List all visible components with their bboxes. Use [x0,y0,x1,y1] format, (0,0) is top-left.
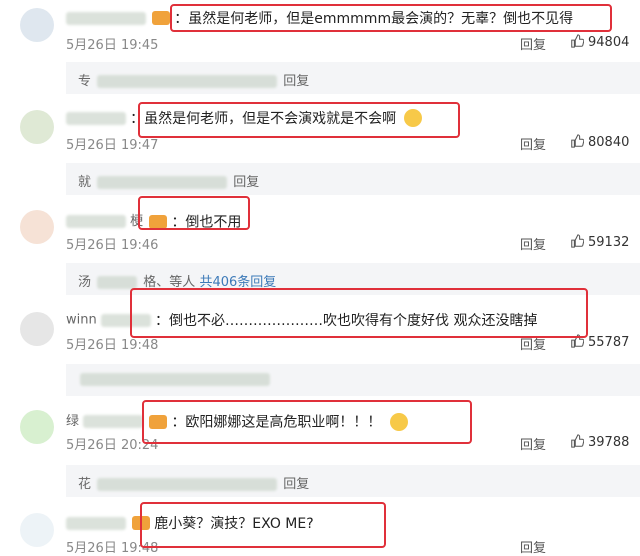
thumbs-up-icon [571,434,584,448]
highlight-box [130,288,588,338]
thumbs-up-icon [571,234,584,248]
avatar[interactable] [20,210,54,244]
like-button[interactable]: 59132 [570,234,629,250]
like-count: 39788 [588,435,630,450]
reply-button[interactable]: 回复 [520,234,546,253]
blurred-username [66,111,126,125]
avatar[interactable] [20,312,54,346]
highlight-box [140,502,386,548]
subreply-row[interactable]: 专 回复 [66,62,640,94]
reply-button[interactable]: 回复 [520,134,546,153]
avatar[interactable] [20,513,54,547]
reply-button[interactable]: 回复 [520,537,546,556]
subreply-text [78,372,272,387]
avatar[interactable] [20,410,54,444]
comment-feed: ：虽然是何老师，但是emmmmm最会演的？无辜？倒也不见得 5月26日 19:4… [0,0,640,556]
blurred-username [83,415,144,428]
comment-item: 梗 ：倒也不用 5月26日 19:46 回复 59132 [0,200,640,270]
like-count: 55787 [588,335,630,350]
blurred-username [66,215,126,228]
subreply-text: 就 回复 [78,175,260,190]
subreply-row[interactable]: 就 回复 [66,163,640,195]
like-button[interactable]: 39788 [570,434,629,450]
like-count: 94804 [588,35,630,50]
avatar[interactable] [20,8,54,42]
reply-button[interactable]: 回复 [520,434,546,453]
highlight-box [142,400,472,444]
subreply-text: 花 回复 [78,477,310,492]
like-count: 59132 [588,235,630,250]
comment-date: 5月26日 19:45 [66,38,159,53]
reply-button[interactable]: 回复 [520,34,546,53]
crown-badge-icon [152,11,171,25]
subreply-text: 专 回复 [78,74,310,89]
like-button[interactable]: 80840 [570,134,629,150]
subreply-row[interactable]: 花 回复 [66,465,640,497]
highlight-box [138,196,250,230]
highlight-box [138,102,460,138]
like-count: 80840 [588,135,630,150]
blurred-username [66,516,126,530]
thumbs-up-icon [571,134,584,148]
username-visible-part: 绿 [66,414,80,429]
comment-date: 5月26日 19:46 [66,238,159,253]
username-visible-part: winn [66,312,97,328]
avatar[interactable] [20,110,54,144]
like-button[interactable]: 94804 [570,34,629,50]
highlight-box [170,4,612,32]
blurred-username [66,11,146,25]
subreply-row[interactable] [66,364,640,396]
thumbs-up-icon [571,34,584,48]
